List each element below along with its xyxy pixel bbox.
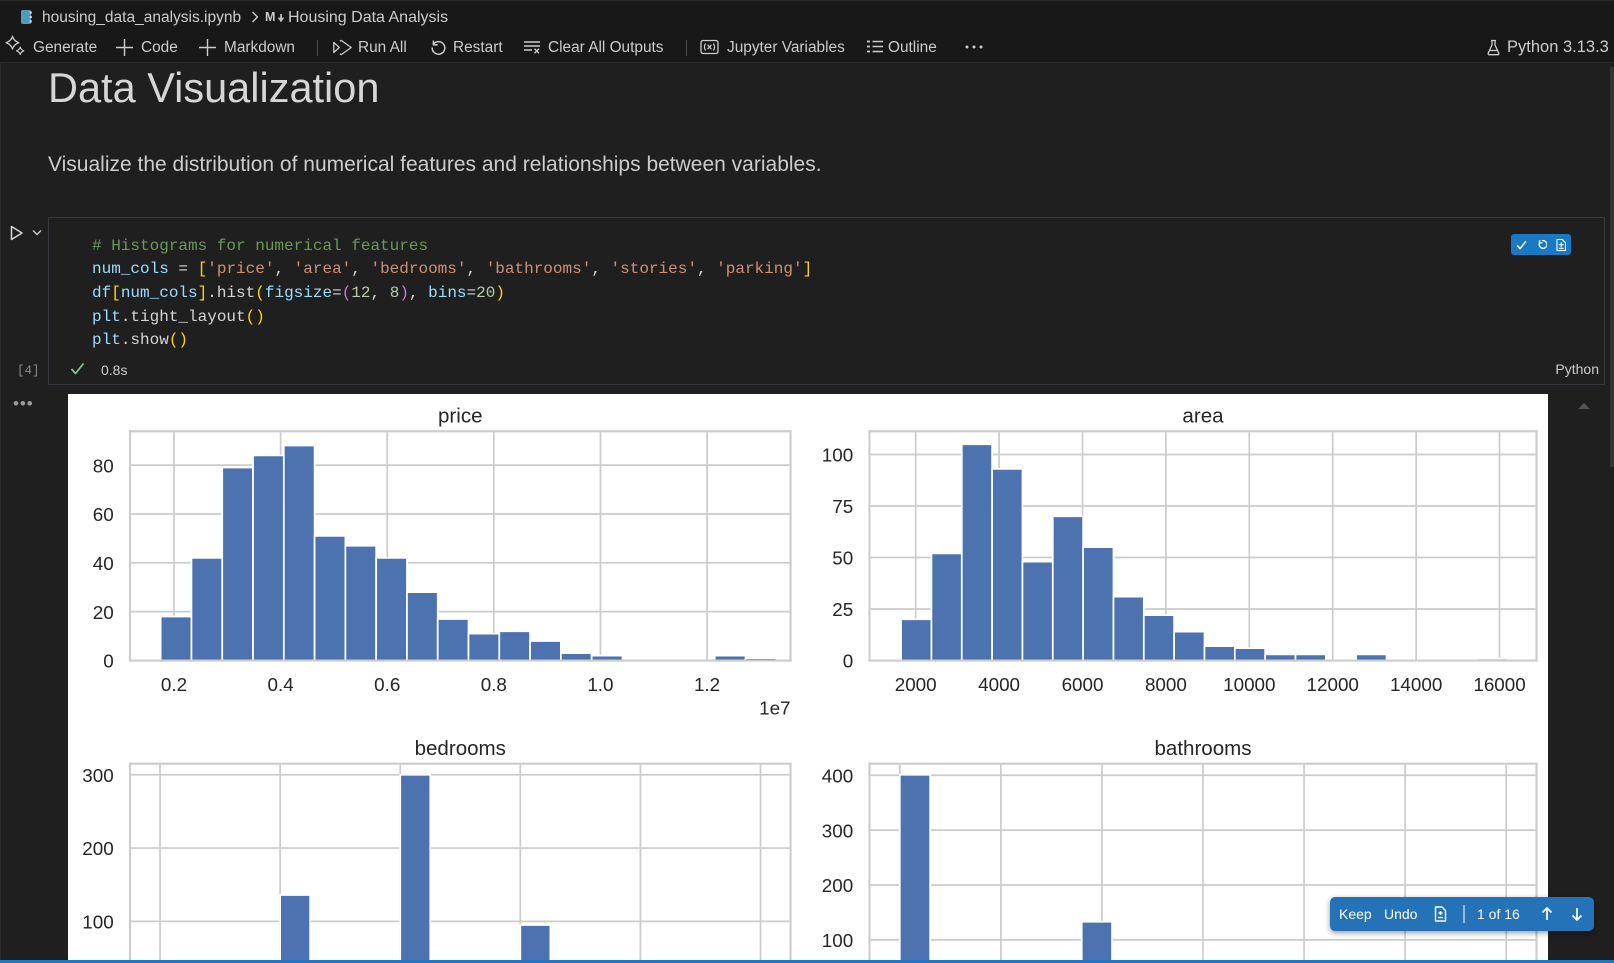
svg-text:20: 20 (93, 602, 114, 623)
svg-text:100: 100 (82, 912, 113, 933)
svg-text:40: 40 (93, 553, 114, 574)
svg-text:0.2: 0.2 (161, 674, 187, 695)
svg-text:1.2: 1.2 (694, 674, 720, 695)
svg-text:100: 100 (822, 445, 853, 466)
svg-text:300: 300 (82, 765, 113, 786)
svg-text:bedrooms: bedrooms (415, 737, 506, 760)
svg-text:100: 100 (822, 930, 853, 951)
svg-text:14000: 14000 (1390, 674, 1442, 695)
svg-text:0.6: 0.6 (374, 674, 400, 695)
svg-text:0: 0 (103, 651, 113, 672)
svg-text:0.4: 0.4 (268, 674, 294, 695)
svg-text:50: 50 (832, 548, 853, 569)
svg-text:200: 200 (82, 838, 113, 859)
svg-text:1.0: 1.0 (587, 674, 613, 695)
svg-text:bathrooms: bathrooms (1154, 737, 1251, 760)
svg-text:price: price (438, 405, 483, 428)
svg-text:8000: 8000 (1145, 674, 1187, 695)
svg-text:25: 25 (832, 599, 853, 620)
svg-text:12000: 12000 (1307, 674, 1359, 695)
svg-text:6000: 6000 (1062, 674, 1104, 695)
svg-text:4000: 4000 (978, 674, 1020, 695)
svg-text:1e7: 1e7 (759, 697, 790, 718)
svg-text:16000: 16000 (1473, 674, 1525, 695)
svg-text:75: 75 (832, 496, 853, 517)
svg-text:0.8: 0.8 (481, 674, 507, 695)
svg-text:10000: 10000 (1223, 674, 1275, 695)
svg-text:0: 0 (843, 651, 853, 672)
svg-text:60: 60 (93, 504, 114, 525)
svg-text:2000: 2000 (895, 674, 937, 695)
svg-text:200: 200 (822, 875, 853, 896)
svg-text:80: 80 (93, 455, 114, 476)
svg-text:300: 300 (822, 820, 853, 841)
svg-text:area: area (1182, 405, 1224, 428)
svg-text:400: 400 (822, 765, 853, 786)
